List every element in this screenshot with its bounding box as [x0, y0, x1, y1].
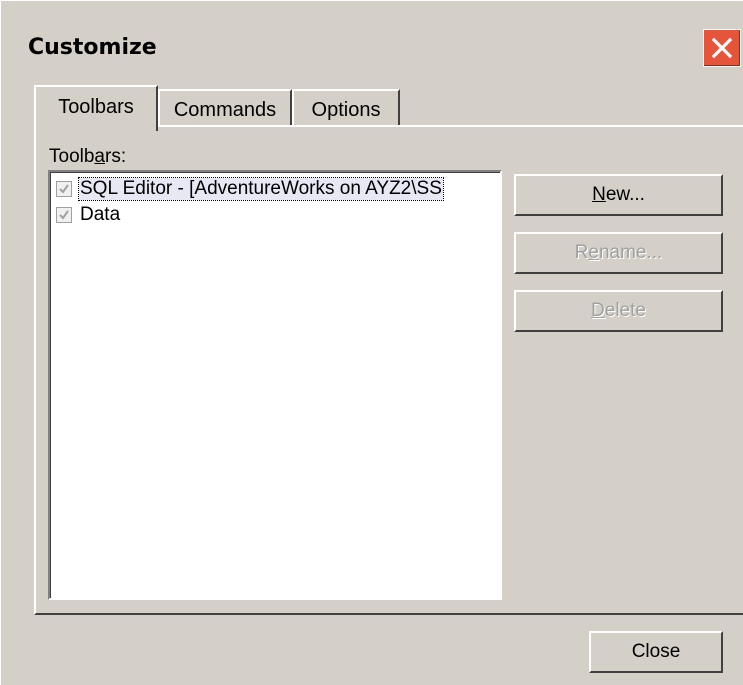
tab-toolbars[interactable]: Toolbars [34, 85, 158, 131]
list-item-label: Data [80, 204, 121, 225]
customize-dialog: Customize Toolbars Commands Options Tool… [0, 0, 743, 685]
dialog-title: Customize [28, 35, 157, 60]
list-item[interactable]: Data [56, 202, 121, 228]
title-bar[interactable]: Customize [1, 7, 743, 73]
close-x-icon[interactable] [703, 29, 741, 67]
toolbars-list-label: Toolbars: [49, 146, 126, 168]
toolbars-listbox[interactable]: SQL Editor - [AdventureWorks on AYZ2\SS … [48, 170, 502, 600]
rename-accelerator: e [588, 242, 599, 263]
tab-toolbars-label: Toolbars [58, 96, 134, 118]
new-label: ew... [605, 184, 645, 205]
close-button[interactable]: Close [589, 631, 723, 673]
delete-accelerator: D [591, 300, 605, 321]
new-accelerator: N [592, 184, 606, 205]
new-button[interactable]: New... [514, 174, 723, 216]
tab-options[interactable]: Options [292, 89, 400, 127]
list-item-label: SQL Editor - [AdventureWorks on AYZ2\SS [78, 177, 444, 201]
label-accelerator: a [94, 146, 105, 167]
rename-label-pre: R [574, 242, 589, 263]
delete-label: elete [604, 300, 646, 321]
list-item[interactable]: SQL Editor - [AdventureWorks on AYZ2\SS [56, 176, 444, 202]
delete-button[interactable]: Delete [514, 290, 723, 332]
rename-label-post: name... [598, 242, 663, 263]
close-label: Close [631, 641, 681, 662]
checkbox-sql-editor[interactable] [56, 181, 72, 197]
label-part: rs: [105, 146, 127, 167]
tab-commands[interactable]: Commands [158, 89, 292, 127]
label-part: Toolb [49, 146, 95, 167]
checkbox-data[interactable] [56, 207, 72, 223]
tab-options-label: Options [311, 99, 381, 121]
tab-commands-label: Commands [173, 99, 277, 121]
rename-button[interactable]: Rename... [514, 232, 723, 274]
